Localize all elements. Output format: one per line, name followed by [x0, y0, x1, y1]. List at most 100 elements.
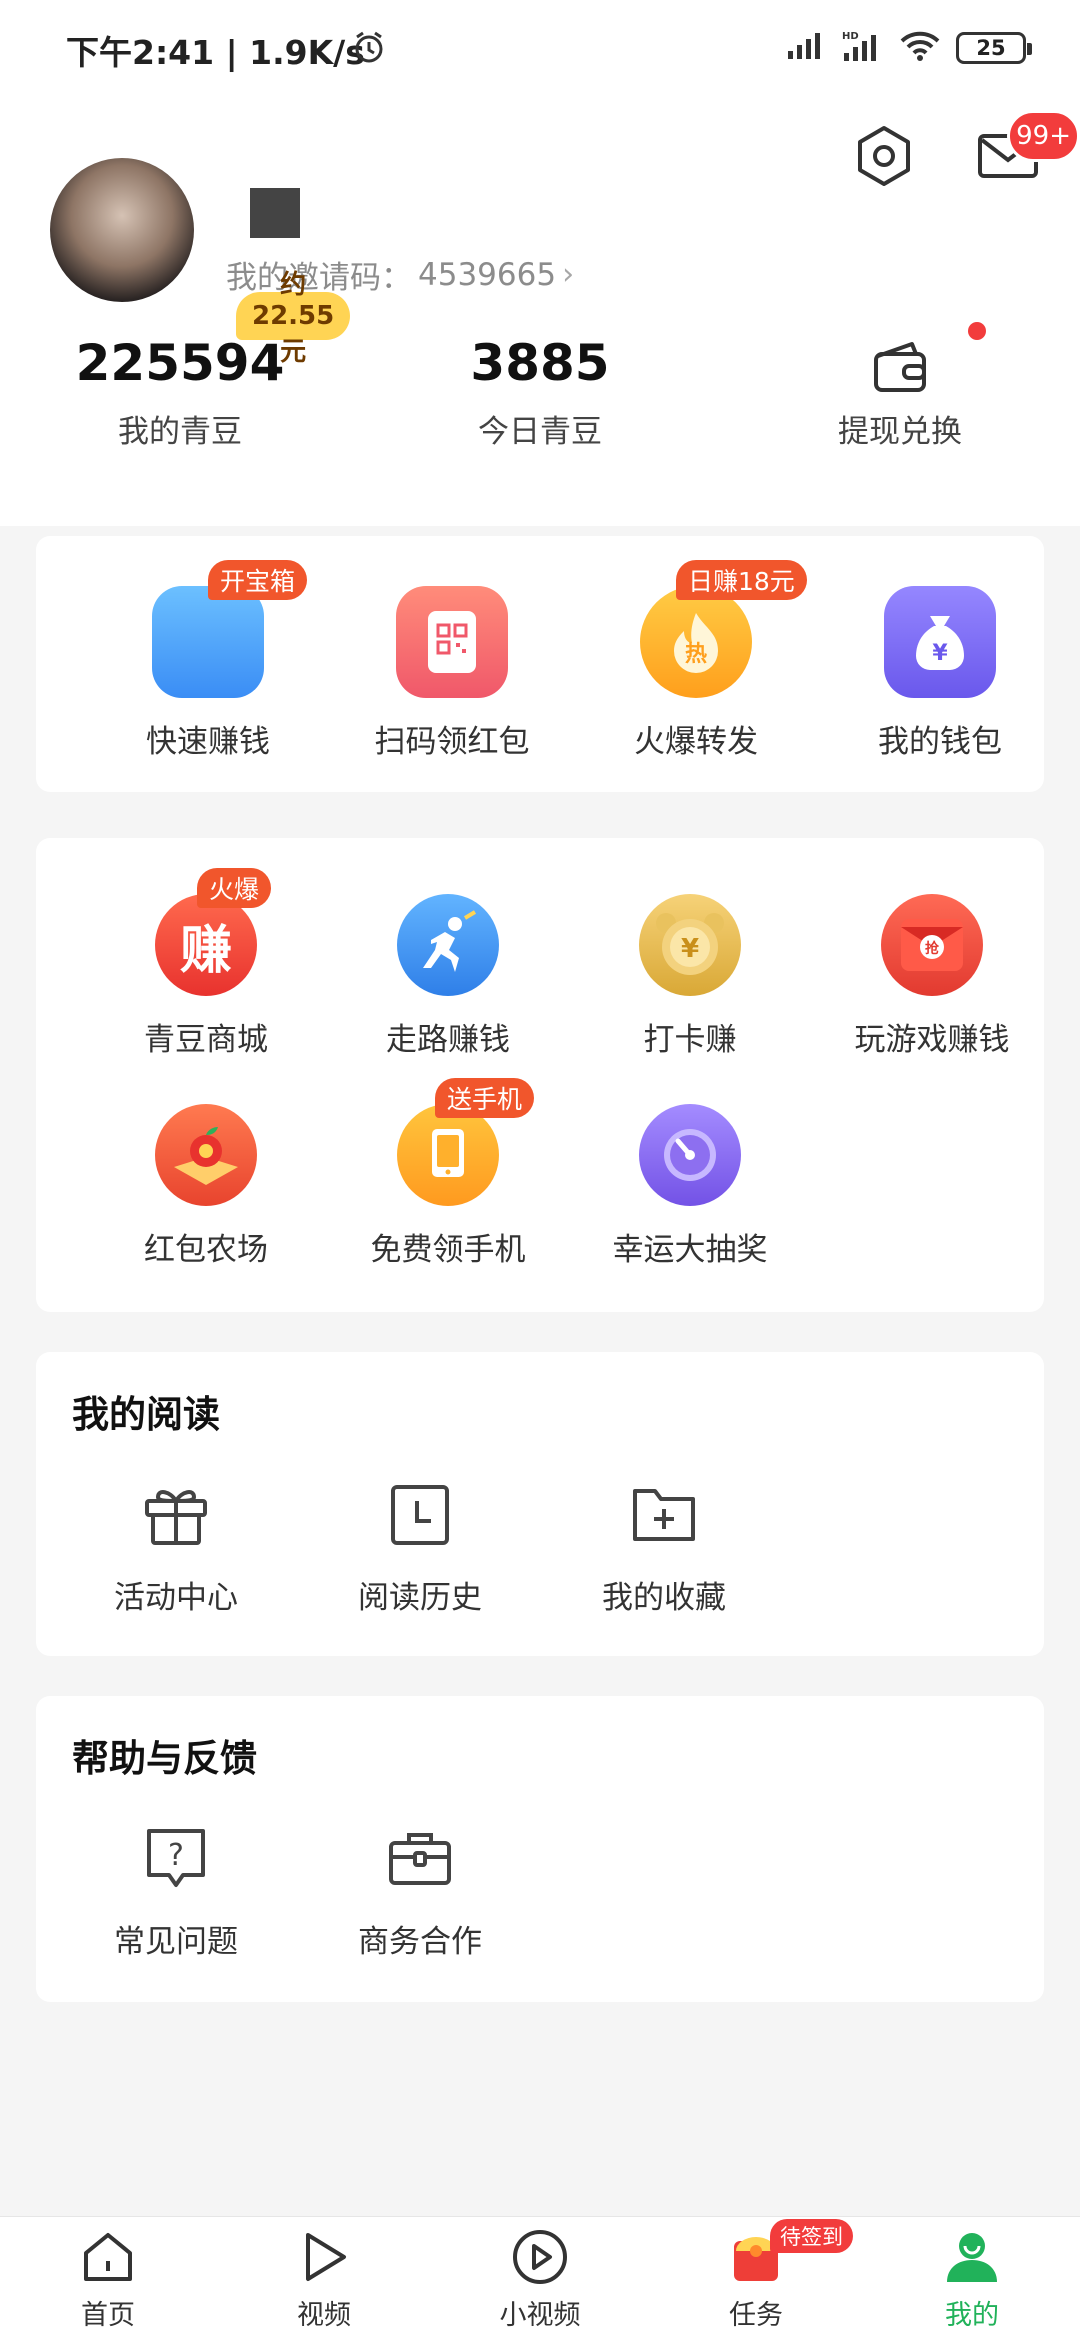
- nav-mine[interactable]: 我的: [864, 2227, 1080, 2332]
- profile-page: 下午2:41 | 1.9K/s HD 25 99+ 我的邀请码： 4539665…: [0, 0, 1080, 2340]
- status-indicators: HD 25: [786, 26, 1032, 70]
- nav-mine-label: 我的: [945, 2300, 999, 2331]
- stat-today-beans[interactable]: 3885 今日青豆: [390, 328, 690, 451]
- wifi-icon: [898, 29, 942, 67]
- wheel-icon: [639, 1104, 741, 1206]
- briefcase-icon: [384, 1822, 456, 1894]
- treasure-box-icon: 开宝箱: [152, 560, 308, 698]
- svg-text:¥: ¥: [932, 641, 948, 666]
- game-earn[interactable]: 抢 玩游戏赚钱: [810, 894, 1054, 1059]
- nav-tasks[interactable]: 待签到 任务: [648, 2219, 864, 2332]
- walk-earn[interactable]: 走路赚钱: [326, 894, 570, 1059]
- my-favorites-label: 我的收藏: [602, 1580, 726, 1616]
- nav-short-video[interactable]: 小视频: [432, 2227, 648, 2332]
- reading-history-label: 阅读历史: [358, 1580, 482, 1616]
- free-phone-tag: 送手机: [435, 1078, 535, 1118]
- quick-earn[interactable]: 开宝箱 快速赚钱: [86, 560, 330, 761]
- nav-tasks-label: 任务: [729, 2300, 783, 2331]
- sign-in-tag: 待签到: [770, 2219, 853, 2253]
- red-packet-farm-label: 红包农场: [144, 1232, 268, 1268]
- alarm-icon: [352, 30, 386, 68]
- stat-my-beans[interactable]: 225594 我的青豆 约22.55元: [30, 270, 351, 451]
- checkin-earn-label: 打卡赚: [643, 1022, 737, 1058]
- status-time: 下午2:41 | 1.9K/s: [66, 33, 365, 72]
- header-actions: 99+: [852, 96, 1080, 216]
- invite-code: 4539665: [418, 256, 557, 293]
- history-clock-icon: [384, 1478, 456, 1550]
- lucky-draw[interactable]: 幸运大抽奖: [568, 1104, 812, 1269]
- walk-earn-label: 走路赚钱: [386, 1022, 510, 1058]
- beans-cash-tag: 约22.55元: [236, 270, 351, 367]
- chevron-right-icon: ›: [562, 257, 575, 292]
- nav-short-video-label: 小视频: [499, 2300, 581, 2331]
- withdraw-button[interactable]: 提现兑换: [750, 322, 1050, 451]
- money-bag-icon: ¥: [884, 586, 996, 698]
- my-favorites[interactable]: 我的收藏: [542, 1478, 786, 1617]
- wallet-icon: [868, 322, 986, 398]
- bean-mall[interactable]: 赚 火爆 青豆商城: [84, 868, 328, 1059]
- free-phone-label: 免费领手机: [370, 1232, 526, 1268]
- svg-text:热: 热: [685, 641, 707, 667]
- question-bubble-icon: ?: [140, 1822, 212, 1894]
- quick-earn-tag: 开宝箱: [208, 560, 308, 600]
- earn-glyph: 赚: [179, 920, 232, 981]
- play-circle-icon: [510, 2227, 570, 2287]
- my-wallet-label: 我的钱包: [878, 724, 1002, 760]
- nav-video-label: 视频: [297, 2300, 351, 2331]
- scan-red-packet[interactable]: 扫码领红包: [330, 586, 574, 761]
- nav-home-label: 首页: [81, 2300, 135, 2331]
- profile-header: 99+ 我的邀请码： 4539665 › 225594 我的青豆 约22.55元…: [0, 96, 1080, 526]
- my-reading-title: 我的阅读: [72, 1393, 220, 1436]
- reading-history[interactable]: 阅读历史: [298, 1478, 542, 1617]
- checkin-earn[interactable]: ¥ 打卡赚: [568, 894, 812, 1059]
- business-cooperation[interactable]: 商务合作: [298, 1822, 542, 1961]
- faq[interactable]: ? 常见问题: [54, 1822, 298, 1961]
- today-value: 3885: [470, 334, 610, 392]
- svg-text:HD: HD: [842, 31, 859, 42]
- quick-actions-card: 开宝箱 快速赚钱 扫码领红包 热 日赚18元 火爆转发 ¥ 我的钱包: [36, 536, 1044, 792]
- activity-center[interactable]: 活动中心: [54, 1478, 298, 1617]
- farm-apple-icon: [155, 1104, 257, 1206]
- nav-home[interactable]: 首页: [0, 2227, 216, 2332]
- grab-red-packet-icon: 抢: [881, 894, 983, 996]
- free-phone[interactable]: 送手机 免费领手机: [326, 1078, 570, 1269]
- phone-icon: 送手机: [397, 1078, 535, 1206]
- quick-earn-label: 快速赚钱: [146, 724, 270, 760]
- battery-icon: 25: [956, 32, 1032, 64]
- game-glyph: 抢: [925, 940, 940, 957]
- home-icon: [78, 2227, 138, 2287]
- today-label: 今日青豆: [478, 414, 602, 450]
- messages-button[interactable]: 99+: [976, 110, 1080, 188]
- withdraw-label: 提现兑换: [838, 414, 962, 450]
- status-bar: 下午2:41 | 1.9K/s HD 25: [0, 0, 1080, 96]
- gift-icon: [140, 1478, 212, 1550]
- settings-button[interactable]: [852, 124, 916, 188]
- hot-share[interactable]: 热 日赚18元 火爆转发: [574, 560, 818, 761]
- hot-share-tag: 日赚18元: [676, 560, 807, 600]
- my-wallet[interactable]: ¥ 我的钱包: [818, 586, 1062, 761]
- signal-icon: [786, 31, 826, 65]
- earn-icon: 赚 火爆: [155, 868, 272, 996]
- folder-plus-icon: [628, 1478, 700, 1550]
- features-card: 赚 火爆 青豆商城 走路赚钱 ¥ 打卡赚 抢 玩游戏赚钱 红包农场 送手机 免费…: [36, 838, 1044, 1312]
- svg-text:?: ?: [168, 1838, 184, 1873]
- faq-label: 常见问题: [114, 1924, 238, 1960]
- gear-icon: [858, 126, 910, 186]
- nav-video[interactable]: 视频: [216, 2227, 432, 2332]
- coin-bear-icon: ¥: [639, 894, 741, 996]
- help-title: 帮助与反馈: [72, 1737, 257, 1780]
- red-packet-farm[interactable]: 红包农场: [84, 1104, 328, 1269]
- fire-icon: 热 日赚18元: [640, 560, 807, 698]
- qr-red-packet-icon: [396, 586, 508, 698]
- activity-center-label: 活动中心: [114, 1580, 238, 1616]
- scan-red-packet-label: 扫码领红包: [374, 724, 530, 760]
- checkin-glyph: ¥: [681, 934, 699, 964]
- lucky-draw-label: 幸运大抽奖: [612, 1232, 768, 1268]
- message-count-badge: 99+: [1007, 110, 1080, 162]
- bean-mall-tag: 火爆: [197, 868, 272, 908]
- business-label: 商务合作: [358, 1924, 482, 1960]
- help-feedback-card: 帮助与反馈 ? 常见问题 商务合作: [36, 1696, 1044, 2002]
- hot-share-label: 火爆转发: [634, 724, 758, 760]
- avatar[interactable]: [50, 158, 194, 302]
- signal-hd-icon: HD: [840, 29, 884, 67]
